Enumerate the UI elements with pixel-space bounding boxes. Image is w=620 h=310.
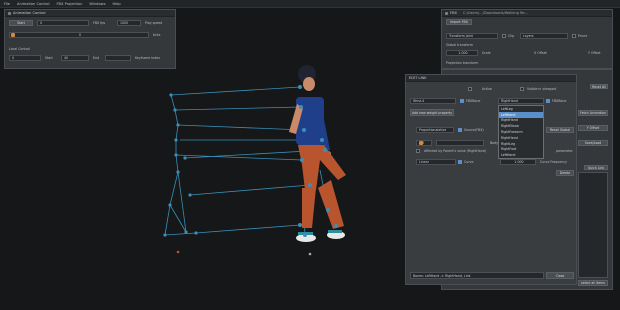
parameter-label: parameter (556, 149, 573, 153)
prune-checkbox[interactable] (572, 34, 576, 38)
target-bone-value: RightHand (501, 99, 518, 103)
transform-joint-field[interactable]: Transform Joint (446, 33, 498, 39)
edit-link-title: EDIT LINK (409, 76, 427, 80)
dropdown-item[interactable]: LeftHand (499, 152, 543, 158)
add-weight-button[interactable]: Add new weight property (410, 109, 454, 116)
curve-toggle[interactable] (458, 160, 462, 164)
linear-select[interactable]: Linear (416, 159, 456, 165)
source-bone-select[interactable]: Wrist.4 (410, 98, 456, 104)
layers-field[interactable]: Layers (520, 33, 568, 39)
curve-frequency-label: Curve Frequency (540, 160, 567, 164)
fbx-title: FBX (450, 11, 457, 15)
footer-text: Bones: LeftHand -> RightHand, Link (413, 273, 471, 278)
visible-checkbox[interactable] (520, 87, 524, 91)
bone-dropdown[interactable]: LeftLeg LeftHand RightHand RightElbow Ri… (498, 105, 544, 159)
edit-link-dialog: EDIT LINK Active Visible in viewport Wri… (405, 74, 577, 285)
projection-transform-section: Projection transform (446, 61, 479, 65)
scale-label: Scale (482, 51, 491, 55)
affected-checkbox[interactable] (416, 149, 420, 153)
reset-all-button[interactable]: Reset All (590, 84, 608, 89)
footer-info: Bones: LeftHand -> RightHand, Link (410, 272, 544, 279)
global-transform-section: Global transform (446, 43, 473, 47)
target-bone-toggle[interactable] (546, 99, 550, 103)
affected-label: Affected by Parent's value (RightHand) (424, 149, 487, 153)
proportional-select[interactable]: Proportionalative (416, 127, 454, 133)
fbx-panel: FBX C:/Users/.../Downloads/Walking Re... … (441, 9, 613, 69)
character-figure (289, 65, 346, 242)
curve-value: 1.000 (514, 160, 524, 164)
scale-field[interactable]: 1.000 (446, 50, 478, 56)
linear-value: Linear (419, 160, 429, 164)
fbx-bone-label: FBXBone (466, 99, 481, 103)
close-button[interactable]: Close (546, 272, 574, 279)
x-offset-label: X Offset (534, 51, 547, 55)
y-offset-button[interactable]: Y Offset (578, 125, 608, 131)
import-fbx-button[interactable]: Import FBX (446, 19, 472, 25)
pin-icon (445, 11, 448, 15)
clip-label: Clip (508, 34, 515, 38)
active-label: Active (482, 87, 492, 91)
reset-global-button[interactable]: Reset Global (546, 127, 574, 133)
delete-button[interactable]: Delete (556, 170, 574, 176)
weight-slider[interactable] (436, 140, 484, 146)
quick-link-list[interactable] (578, 172, 608, 278)
y-offset-label: Y Offset (588, 51, 601, 55)
edit-link-title-bar: EDIT LINK (406, 75, 576, 82)
target-bone-select[interactable]: RightHand (498, 98, 544, 104)
target-marker (176, 250, 180, 254)
select-all-button[interactable]: select all items (578, 280, 608, 286)
visible-label: Visible in viewport (527, 87, 557, 91)
source-bone-toggle[interactable] (460, 99, 464, 103)
proportional-value: Proportionalative (419, 128, 447, 132)
fbx-title-bar: FBX C:/Users/.../Downloads/Walking Re... (442, 10, 612, 17)
curve-field[interactable]: 1.000 (500, 159, 536, 165)
source-fbx-label: Source(FBX) (464, 128, 484, 132)
prune-label: Prune (578, 34, 588, 38)
clip-checkbox[interactable] (502, 34, 506, 38)
fetch-animation-button[interactable]: Fetch Animation (578, 110, 608, 116)
fbx-path: C:/Users/.../Downloads/Walking Re... (463, 11, 529, 15)
curve-label: Curve (464, 160, 474, 164)
save-load-button[interactable]: Save/Load (578, 140, 608, 146)
fbx-bone-label-2: FBXBone (552, 99, 567, 103)
value-handle[interactable] (419, 141, 423, 145)
active-checkbox[interactable] (468, 87, 472, 91)
quick-link-button[interactable]: Quick Link (584, 165, 608, 170)
source-bone-value: Wrist.4 (413, 99, 425, 103)
viewport-marker (308, 252, 312, 256)
source-fbx-toggle[interactable] (458, 128, 462, 132)
